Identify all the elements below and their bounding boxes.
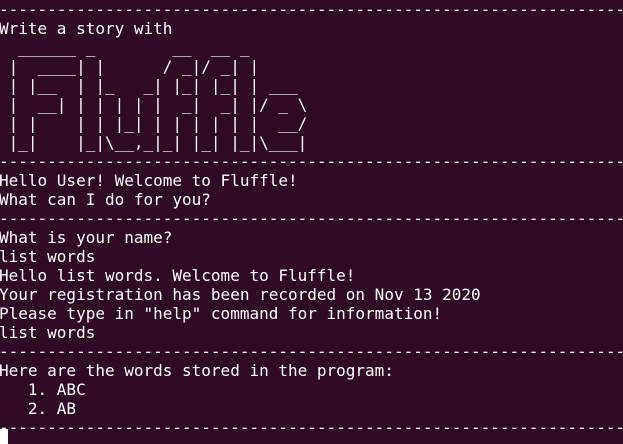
logo-line: | ____| | / _|/ _| | <box>0 57 260 76</box>
intro-text: Write a story with <box>0 19 173 38</box>
user-input-command: list words <box>0 323 96 342</box>
welcome-user-text: Hello list words. Welcome to Fluffle! <box>0 266 356 285</box>
separator-line: ----------------------------------------… <box>0 152 623 171</box>
terminal-window[interactable]: ----------------------------------------… <box>0 0 623 444</box>
text-cursor[interactable] <box>0 429 8 444</box>
logo-line: |_| |_|\__,_|_| |_| |_|\___| <box>0 133 308 152</box>
logo-line: ______ _ __ __ _ <box>0 38 250 57</box>
separator-line: ----------------------------------------… <box>0 0 623 19</box>
name-question-text: What is your name? <box>0 228 173 247</box>
word-list-item: 2. AB <box>0 399 77 418</box>
separator-line: ----------------------------------------… <box>0 209 623 228</box>
greeting-text: Hello User! Welcome to Fluffle! <box>0 171 298 190</box>
logo-line: | | | | |_| | | | | | | __/ <box>0 114 308 133</box>
fluffle-ascii-logo: ______ _ __ __ _ | ____| | / _|/ _| | | … <box>0 38 623 152</box>
user-input-name: list words <box>0 247 96 266</box>
separator-line: ----------------------------------------… <box>0 342 623 361</box>
separator-line: ----------------------------------------… <box>0 418 623 437</box>
prompt-text: What can I do for you? <box>0 190 211 209</box>
registration-text: Your registration has been recorded on N… <box>0 285 481 304</box>
logo-line: | |__ | |_ _| |_| |_| | ___ <box>0 76 298 95</box>
word-list-item: 1. ABC <box>0 380 86 399</box>
help-hint-text: Please type in "help" command for inform… <box>0 304 443 323</box>
words-header-text: Here are the words stored in the program… <box>0 361 394 380</box>
logo-line: | __| | | | | | _| _| |/ _ \ <box>0 95 308 114</box>
